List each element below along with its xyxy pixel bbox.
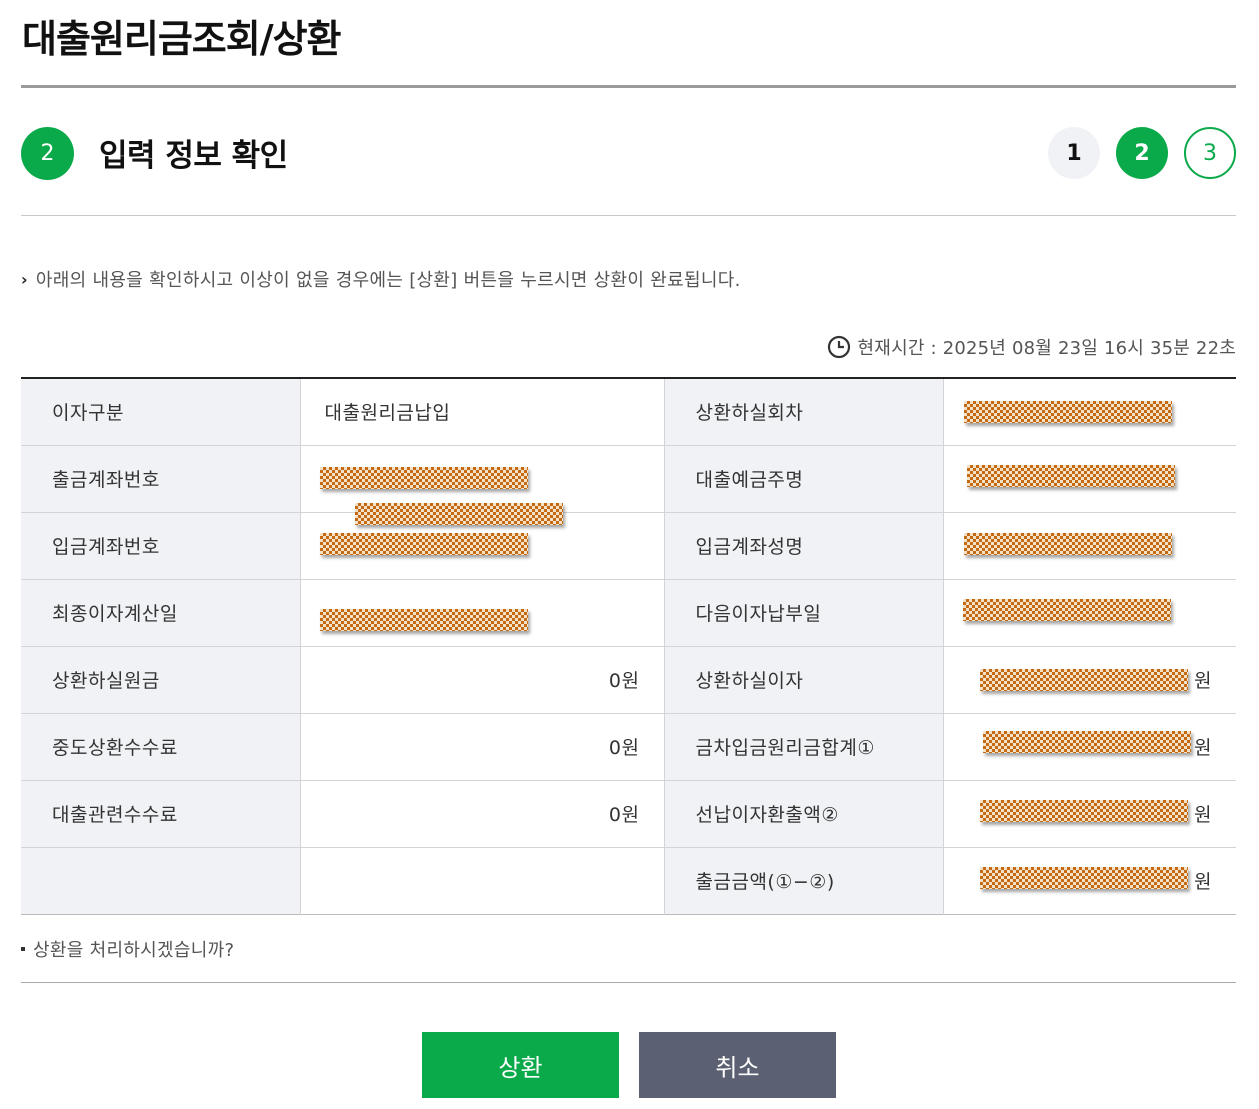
row-value-masked: [943, 378, 1236, 446]
current-step-badge: 2: [21, 127, 74, 180]
row-value: 0원: [300, 646, 665, 714]
bottom-divider: [21, 982, 1236, 983]
row-label: 상환하실회차: [664, 378, 944, 446]
row-value-masked: [943, 445, 1236, 513]
row-label: 출금계좌번호: [21, 445, 301, 513]
table-row: 중도상환수수료 0원 금차입금원리금합계① 원: [21, 713, 1236, 781]
bullet-icon: [21, 947, 25, 951]
step-title: 입력 정보 확인: [99, 138, 288, 174]
redaction-mask: [979, 668, 1188, 691]
title-divider: [21, 85, 1236, 88]
step-indicator-3: 3: [1184, 127, 1236, 179]
current-time-text: 현재시간 : 2025년 08월 23일 16시 35분 22초: [857, 338, 1236, 359]
confirm-question: 상환을 처리하시겠습니까?: [21, 936, 234, 962]
redaction-mask: [319, 608, 528, 631]
step-indicator-2: 2: [1116, 127, 1168, 179]
row-value-masked: [300, 512, 665, 580]
table-row: 출금계좌번호 대출예금주명: [21, 445, 1236, 525]
table-row: 입금계좌번호 입금계좌성명: [21, 512, 1236, 580]
redaction-mask: [963, 401, 1172, 423]
chevron-right-icon: ›: [21, 269, 28, 289]
currency-unit: 원: [1194, 670, 1212, 692]
redaction-mask: [963, 532, 1172, 555]
currency-unit: 원: [1194, 871, 1212, 893]
row-value-masked: [943, 579, 1236, 647]
step-indicator-1: 1: [1048, 127, 1100, 179]
row-value-masked: 원: [943, 713, 1236, 781]
row-value-masked: 원: [943, 780, 1236, 848]
row-label: 선납이자환출액②: [664, 780, 944, 848]
redaction-mask: [979, 866, 1188, 889]
notice-text: 아래의 내용을 확인하시고 이상이 없을 경우에는 [상환] 버튼을 누르시면 …: [35, 270, 741, 291]
currency-unit: 원: [1194, 804, 1212, 826]
row-value-masked: [943, 512, 1236, 580]
page-title: 대출원리금조회/상환: [22, 17, 342, 61]
redaction-mask: [319, 466, 528, 489]
confirm-question-text: 상환을 처리하시겠습니까?: [33, 940, 235, 961]
row-label: 이자구분: [21, 378, 301, 446]
row-label: 입금계좌번호: [21, 512, 301, 580]
repay-button[interactable]: 상환: [422, 1032, 619, 1098]
row-value: 0원: [300, 713, 665, 781]
table-row: 이자구분 대출원리금납입 상환하실회차: [21, 378, 1236, 446]
row-value-masked: [300, 579, 665, 647]
row-value-masked: 원: [943, 847, 1236, 914]
row-label: 입금계좌성명: [664, 512, 944, 580]
row-label: 중도상환수수료: [21, 713, 301, 781]
current-time: 현재시간 : 2025년 08월 23일 16시 35분 22초: [827, 334, 1236, 360]
redaction-mask: [979, 799, 1188, 822]
row-label: 대출관련수수료: [21, 780, 301, 848]
row-value: 대출원리금납입: [300, 378, 665, 446]
row-label: 최종이자계산일: [21, 579, 301, 647]
redaction-mask: [962, 598, 1171, 621]
row-label: [21, 847, 301, 914]
table-row: 상환하실원금 0원 상환하실이자 원: [21, 646, 1236, 714]
row-label: 상환하실이자: [664, 646, 944, 714]
table-row: 최종이자계산일 다음이자납부일: [21, 579, 1236, 647]
row-value-masked: [300, 445, 665, 525]
row-label: 다음이자납부일: [664, 579, 944, 647]
row-value: [300, 847, 665, 914]
notice: › 아래의 내용을 확인하시고 이상이 없을 경우에는 [상환] 버튼을 누르시…: [21, 266, 741, 292]
row-label: 금차입금원리금합계①: [664, 713, 944, 781]
redaction-mask: [982, 730, 1191, 753]
row-value-masked: 원: [943, 646, 1236, 714]
clock-icon: [827, 335, 851, 359]
row-label: 출금금액(①−②): [664, 847, 944, 914]
redaction-mask: [319, 532, 528, 555]
cancel-button[interactable]: 취소: [639, 1032, 836, 1098]
row-label: 상환하실원금: [21, 646, 301, 714]
table-row: 출금금액(①−②) 원: [21, 847, 1236, 914]
row-value: 0원: [300, 780, 665, 848]
row-label: 대출예금주명: [664, 445, 944, 513]
section-divider: [21, 215, 1236, 216]
confirmation-table: 이자구분 대출원리금납입 상환하실회차 출금계좌번호 대출예금주명 입금계좌번호…: [21, 377, 1236, 915]
currency-unit: 원: [1194, 737, 1212, 759]
table-row: 대출관련수수료 0원 선납이자환출액② 원: [21, 780, 1236, 848]
redaction-mask: [966, 464, 1175, 487]
